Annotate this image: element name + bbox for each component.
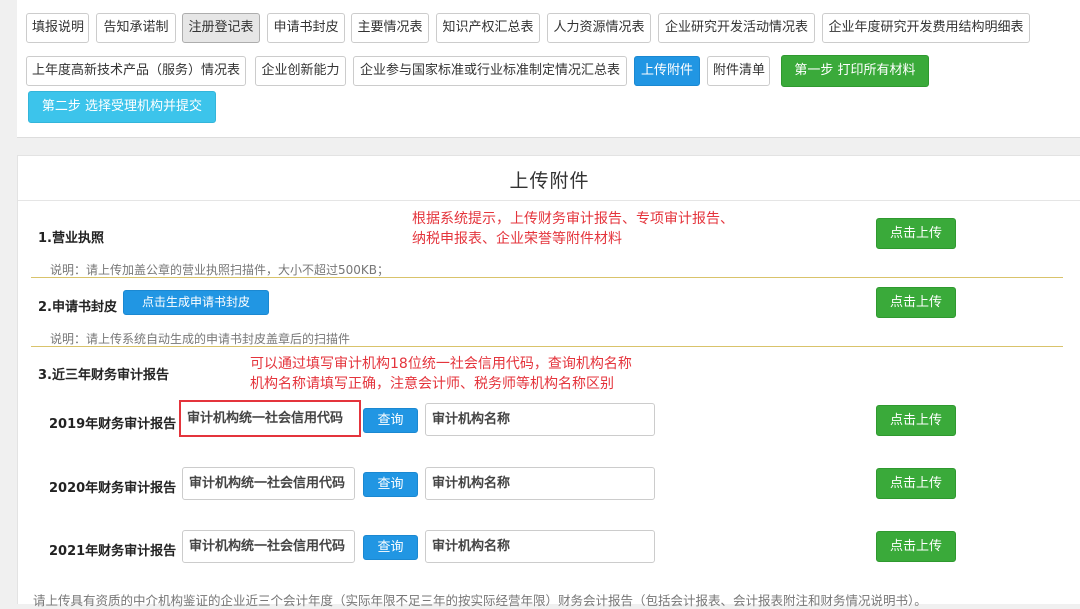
- license-note: 说明：请上传加盖公章的营业执照扫描件，大小不超过500KB；: [50, 263, 390, 277]
- upload-2019-button[interactable]: 点击上传: [876, 405, 956, 436]
- upload-2021-button[interactable]: 点击上传: [876, 531, 956, 562]
- tab-registration-form[interactable]: 注册登记表: [182, 13, 260, 43]
- annotation-upload-hint: 根据系统提示，上传财务审计报告、专项审计报告、 纳税申报表、企业荣誉等附件材料: [412, 211, 734, 247]
- agency-name-input-2020[interactable]: 审计机构名称: [425, 467, 655, 500]
- business-license-label: 1.营业执照: [38, 231, 104, 246]
- select-agency-submit-button[interactable]: 第二步 选择受理机构并提交: [28, 91, 216, 123]
- application-cover-label: 2.申请书封皮: [38, 300, 117, 315]
- credit-code-input-2020[interactable]: 审计机构统一社会信用代码: [182, 467, 355, 500]
- year-2019-label: 2019年财务审计报告: [49, 417, 177, 432]
- query-button-2019[interactable]: 查询: [363, 408, 418, 433]
- print-all-button[interactable]: 第一步 打印所有材料: [781, 55, 929, 87]
- credit-code-input-2021[interactable]: 审计机构统一社会信用代码: [182, 530, 355, 563]
- annotation-credit-code-hint: 可以通过填写审计机构18位统一社会信用代码，查询机构名称 机构名称请填写正确，注…: [250, 356, 632, 392]
- upload-cover-button[interactable]: 点击上传: [876, 287, 956, 318]
- agency-name-input-2019[interactable]: 审计机构名称: [425, 403, 655, 436]
- tab-main-info[interactable]: 主要情况表: [351, 13, 429, 43]
- cover-note: 说明：请上传系统自动生成的申请书封皮盖章后的扫描件: [50, 332, 351, 346]
- credit-code-input-2019[interactable]: 审计机构统一社会信用代码: [179, 400, 361, 437]
- tab-standards-summary[interactable]: 企业参与国家标准或行业标准制定情况汇总表: [353, 56, 627, 86]
- tab-commitment[interactable]: 告知承诺制: [96, 13, 176, 43]
- tab-attachment-list[interactable]: 附件清单: [707, 56, 770, 86]
- tab-innovation-capacity[interactable]: 企业创新能力: [255, 56, 346, 86]
- tab-rd-expense-detail[interactable]: 企业年度研究开发费用结构明细表: [822, 13, 1030, 43]
- query-button-2020[interactable]: 查询: [363, 472, 418, 497]
- audit-reports-label: 3.近三年财务审计报告: [38, 368, 169, 383]
- year-2021-label: 2021年财务审计报告: [49, 544, 177, 559]
- section-title: 上传附件: [509, 170, 590, 192]
- tab-application-cover[interactable]: 申请书封皮: [267, 13, 345, 43]
- upload-2020-button[interactable]: 点击上传: [876, 468, 956, 499]
- tab-ip-summary[interactable]: 知识产权汇总表: [436, 13, 540, 43]
- audit-report-note: 请上传具有资质的中介机构鉴证的企业近三个会计年度（实际年限不足三年的按实际经营年…: [33, 593, 927, 608]
- upload-license-button[interactable]: 点击上传: [876, 218, 956, 249]
- query-button-2021[interactable]: 查询: [363, 535, 418, 560]
- agency-name-input-2021[interactable]: 审计机构名称: [425, 530, 655, 563]
- tab-rd-activities[interactable]: 企业研究开发活动情况表: [658, 13, 815, 43]
- tab-hitech-products[interactable]: 上年度高新技术产品（服务）情况表: [26, 56, 246, 86]
- year-2020-label: 2020年财务审计报告: [49, 481, 177, 496]
- divider: [31, 346, 1063, 347]
- divider: [18, 200, 1080, 201]
- divider: [31, 277, 1063, 278]
- generate-cover-button[interactable]: 点击生成申请书封皮: [123, 290, 269, 315]
- tab-hr-info[interactable]: 人力资源情况表: [547, 13, 651, 43]
- tab-fill-instructions[interactable]: 填报说明: [26, 13, 89, 43]
- tab-upload-attachments[interactable]: 上传附件: [634, 56, 700, 86]
